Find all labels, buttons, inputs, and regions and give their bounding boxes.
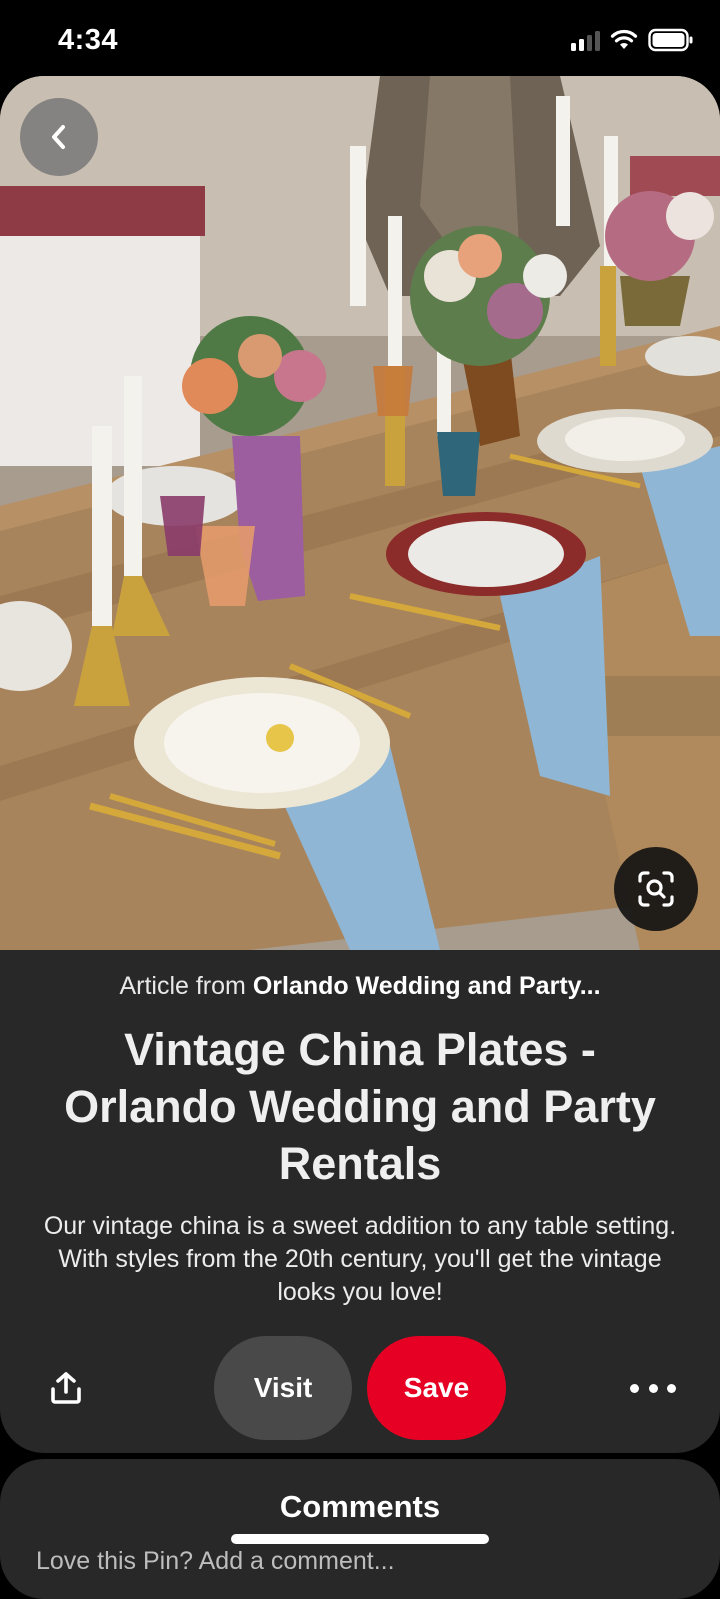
pin-image[interactable] bbox=[0, 76, 720, 950]
cellular-signal-icon bbox=[571, 29, 600, 51]
share-icon bbox=[51, 1372, 81, 1404]
wifi-icon bbox=[610, 29, 638, 49]
more-options-button[interactable] bbox=[630, 1374, 676, 1402]
table-setting-photo bbox=[0, 76, 720, 950]
pin-description: Our vintage china is a sweet addition to… bbox=[43, 1212, 677, 1306]
status-bar: 4:34 bbox=[0, 0, 720, 80]
comments-snippet[interactable]: Love this Pin? Add a comment... bbox=[36, 1547, 395, 1576]
back-button[interactable] bbox=[20, 98, 98, 176]
pin-source[interactable]: Article from Orlando Wedding and Party..… bbox=[36, 972, 684, 1001]
status-icons bbox=[571, 28, 694, 52]
chevron-left-icon bbox=[52, 125, 65, 149]
source-name[interactable]: Orlando Wedding and Party... bbox=[253, 972, 601, 1000]
home-indicator[interactable] bbox=[231, 1534, 489, 1544]
pin-title: Vintage China Plates - Orlando Wedding a… bbox=[64, 1024, 656, 1189]
save-button[interactable]: Save bbox=[367, 1336, 506, 1440]
source-prefix: Article from bbox=[119, 972, 253, 1000]
status-time: 4:34 bbox=[58, 24, 119, 56]
visual-search-icon bbox=[638, 871, 674, 907]
visual-search-button[interactable] bbox=[614, 847, 698, 931]
action-row: Visit Save bbox=[0, 1336, 720, 1440]
comments-title: Comments bbox=[279, 1489, 441, 1524]
share-button[interactable] bbox=[44, 1366, 88, 1410]
visit-button[interactable]: Visit bbox=[214, 1336, 352, 1440]
pin-card: Article from Orlando Wedding and Party..… bbox=[0, 76, 720, 1453]
more-dots-icon bbox=[630, 1383, 639, 1393]
pin-content: Article from Orlando Wedding and Party..… bbox=[0, 950, 720, 1309]
battery-icon bbox=[648, 28, 693, 52]
comments-card[interactable]: Comments Love this Pin? Add a comment... bbox=[0, 1459, 720, 1599]
